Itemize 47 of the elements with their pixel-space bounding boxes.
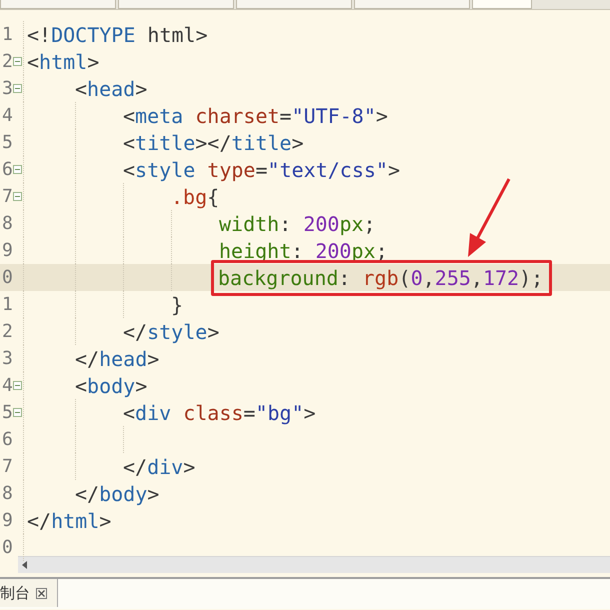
close-icon[interactable]	[36, 588, 47, 598]
console-tab[interactable]: 制台	[0, 579, 58, 607]
code-line: width: 200px;	[219, 210, 376, 238]
line-number: 9	[1, 509, 13, 533]
code-line: <html>	[27, 48, 100, 76]
code-line: </html>	[27, 508, 112, 534]
fold-icon[interactable]	[13, 381, 22, 390]
code-line: <body>	[75, 372, 148, 400]
line-number: 3	[1, 77, 13, 101]
line-number: 6	[1, 428, 13, 452]
line-number: 8	[1, 482, 13, 506]
line-number: 2	[1, 320, 13, 344]
line-number: 5	[1, 401, 13, 425]
line-number: 0	[1, 266, 13, 290]
fold-icon[interactable]	[13, 57, 22, 66]
scroll-left-icon[interactable]	[22, 561, 28, 569]
line-number: 4	[1, 374, 13, 398]
code-line: </body>	[75, 480, 160, 508]
line-number: 3	[1, 347, 13, 371]
line-number: 7	[1, 455, 13, 479]
code-line: </div>	[123, 454, 196, 480]
code-line: <head>	[75, 76, 148, 102]
code-line: </head>	[75, 346, 160, 372]
code-line: }	[171, 292, 184, 318]
line-number: 8	[1, 212, 13, 236]
code-line: </style>	[123, 318, 220, 346]
line-number: 9	[1, 239, 13, 263]
code-line: <div class="bg">	[123, 400, 316, 426]
line-number: 1	[1, 293, 13, 317]
code-line: background: rgb(0,255,172);	[218, 266, 544, 290]
fold-icon[interactable]	[13, 192, 22, 201]
fold-icon[interactable]	[13, 165, 22, 174]
fold-icon[interactable]	[13, 408, 22, 417]
code-line: <style type="text/css">	[123, 156, 400, 184]
code-line: <meta charset="UTF-8">	[123, 102, 388, 130]
code-line: <title></title>	[123, 130, 304, 156]
line-number: 0	[1, 536, 13, 560]
line-number: 4	[1, 104, 13, 128]
line-number: 5	[1, 131, 13, 155]
fold-icon[interactable]	[13, 84, 22, 93]
line-number: 2	[1, 50, 13, 74]
line-number: 6	[1, 158, 13, 182]
line-number: 1	[1, 23, 13, 47]
editor-tab[interactable]	[472, 0, 532, 9]
line-number: 7	[1, 185, 13, 209]
code-line: <!DOCTYPE html>	[27, 22, 208, 48]
code-line: .bg{	[171, 184, 220, 210]
